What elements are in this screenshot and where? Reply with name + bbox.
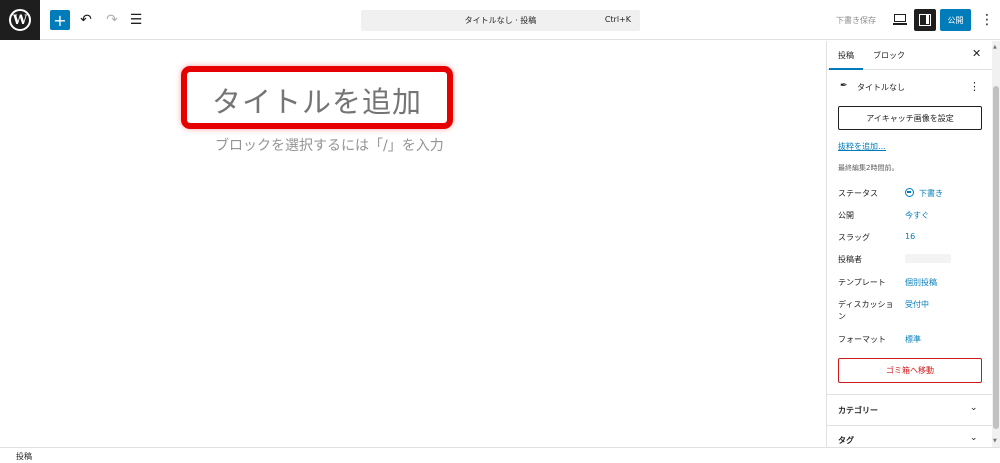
author-value[interactable] xyxy=(905,254,951,263)
command-palette-bar[interactable]: タイトルなし · 投稿 Ctrl+K xyxy=(361,10,640,31)
list-view-icon: ☰ xyxy=(129,12,143,28)
block-breadcrumb-bar: 投稿 xyxy=(0,447,1000,463)
add-excerpt-link[interactable]: 抜粋を追加… xyxy=(838,141,886,152)
draft-status-icon xyxy=(905,188,914,197)
post-title-input[interactable]: タイトルを追加 xyxy=(187,79,447,121)
publish-button[interactable]: 公開 xyxy=(940,9,971,31)
chevron-down-icon[interactable]: ⌄ xyxy=(970,433,978,443)
divider xyxy=(827,394,992,395)
template-value[interactable]: 個別投稿 xyxy=(905,277,937,288)
post-actions-icon[interactable]: ⋮ xyxy=(969,80,980,93)
status-value[interactable]: 下書き xyxy=(905,188,943,199)
wordpress-icon: W xyxy=(9,9,31,31)
slug-value[interactable]: 16 xyxy=(905,232,915,241)
chevron-down-icon[interactable]: ⌄ xyxy=(970,403,978,413)
settings-toggle-button[interactable] xyxy=(914,9,936,31)
close-icon[interactable]: ✕ xyxy=(972,47,981,60)
add-block-button[interactable]: + xyxy=(50,10,70,30)
undo-button[interactable]: ↶ xyxy=(76,10,96,30)
slug-label: スラッグ xyxy=(838,233,870,242)
redo-icon: ↷ xyxy=(106,12,118,28)
title-highlight-box: タイトルを追加 xyxy=(181,66,453,129)
settings-sidebar: 投稿 ブロック ✕ ✒ タイトルなし ⋮ アイキャッチ画像を設定 抜粋を追加… … xyxy=(826,41,992,447)
editor-canvas[interactable]: タイトルを追加 ブロックを選択するには「/」を入力 xyxy=(0,41,826,447)
divider xyxy=(827,425,992,426)
format-label: フォーマット xyxy=(838,335,886,344)
move-to-trash-button[interactable]: ゴミ箱へ移動 xyxy=(838,358,982,383)
sidebar-icon xyxy=(919,14,931,26)
document-title: タイトルなし · 投稿 xyxy=(464,16,537,25)
template-label: テンプレート xyxy=(838,278,886,287)
editor-app: W + ↶ ↷ ☰ タイトルなし · 投稿 Ctrl+K 下書き保存 公開 ⋮ … xyxy=(0,0,1000,463)
author-label: 投稿者 xyxy=(838,255,862,264)
breadcrumb-item[interactable]: 投稿 xyxy=(16,451,32,462)
list-view-button[interactable]: ☰ xyxy=(126,10,146,30)
active-tab-indicator xyxy=(829,68,863,70)
status-label: ステータス xyxy=(838,189,878,198)
scroll-up-icon[interactable]: ▲ xyxy=(993,44,997,50)
categories-panel-toggle[interactable]: カテゴリー xyxy=(838,405,878,416)
sidebar-tabs: 投稿 ブロック ✕ xyxy=(827,41,992,70)
top-toolbar: W + ↶ ↷ ☰ タイトルなし · 投稿 Ctrl+K 下書き保存 公開 ⋮ xyxy=(0,0,1000,40)
tags-panel-toggle[interactable]: タグ xyxy=(838,435,854,446)
discussion-value[interactable]: 受付中 xyxy=(905,299,929,310)
redo-button[interactable]: ↷ xyxy=(102,10,122,30)
wordpress-logo-button[interactable]: W xyxy=(0,0,40,40)
preview-device-button[interactable] xyxy=(893,13,907,27)
save-draft-button[interactable]: 下書き保存 xyxy=(836,15,876,26)
set-featured-image-button[interactable]: アイキャッチ画像を設定 xyxy=(838,106,982,130)
plus-icon: + xyxy=(53,10,67,30)
tab-block[interactable]: ブロック xyxy=(873,50,905,61)
scroll-down-icon[interactable]: ▼ xyxy=(993,438,997,444)
sidebar-scrollbar[interactable]: ▲ ▼ xyxy=(992,41,1000,447)
format-value[interactable]: 標準 xyxy=(905,334,921,345)
discussion-label: ディスカッション xyxy=(838,300,894,321)
publish-date-label: 公開 xyxy=(838,211,854,220)
laptop-icon xyxy=(894,14,906,22)
publish-date-value[interactable]: 今すぐ xyxy=(905,210,929,221)
more-vertical-icon: ⋮ xyxy=(980,12,994,28)
command-shortcut: Ctrl+K xyxy=(604,15,631,24)
post-summary-title: タイトルなし xyxy=(857,83,905,92)
last-edited-text: 最終編集2時間前。 xyxy=(838,164,899,172)
scroll-thumb[interactable] xyxy=(993,86,999,429)
options-menu-button[interactable]: ⋮ xyxy=(980,11,994,29)
undo-icon: ↶ xyxy=(80,12,92,28)
feather-icon: ✒ xyxy=(840,81,848,91)
block-appender-hint[interactable]: ブロックを選択するには「/」を入力 xyxy=(215,135,444,155)
tab-post[interactable]: 投稿 xyxy=(838,50,854,61)
